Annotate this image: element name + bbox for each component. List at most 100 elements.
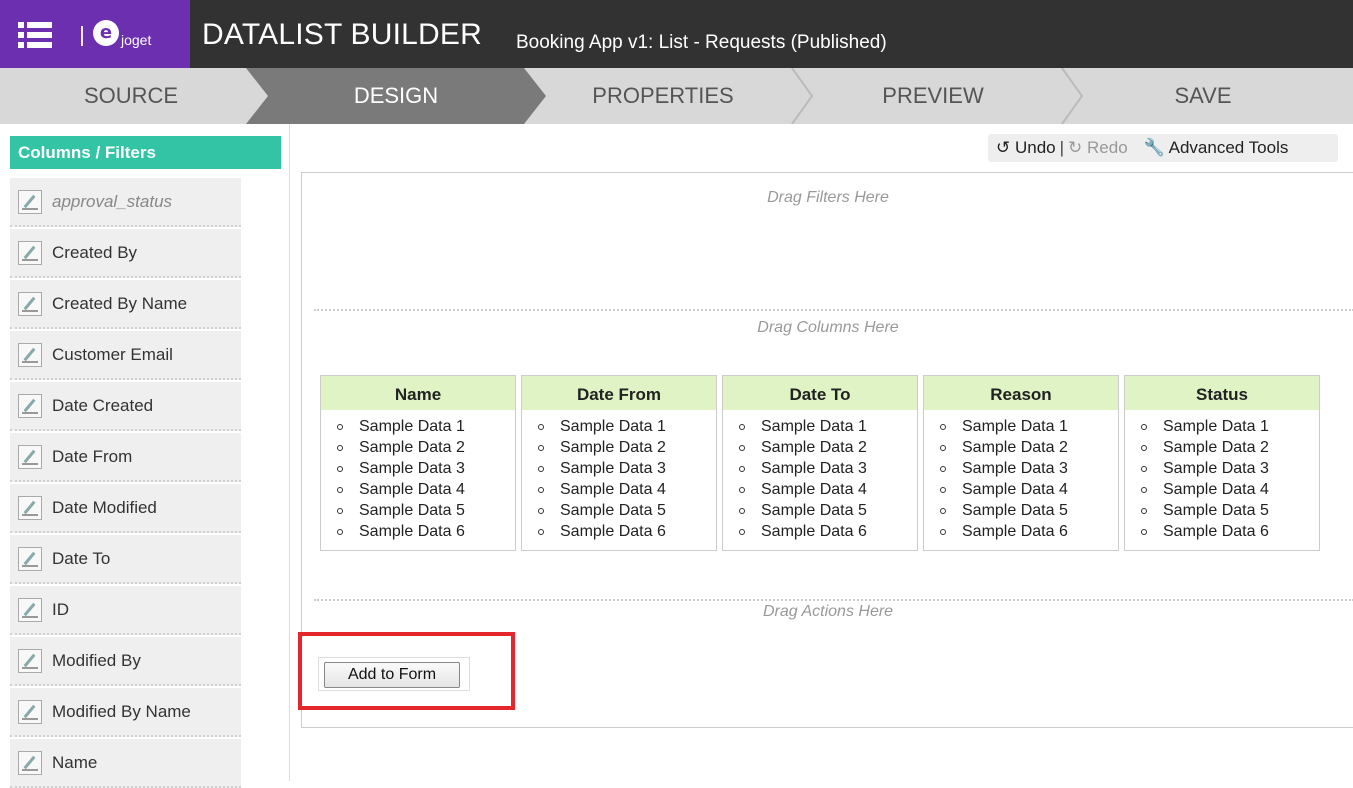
advanced-tools-button[interactable]: 🔧 Advanced Tools [1144,138,1289,158]
sample-cell: Sample Data 5 [962,502,1068,519]
field-label: Modified By Name [52,701,191,721]
field-modified-by[interactable]: Modified By [10,637,241,686]
field-created-by[interactable]: Created By [10,229,241,278]
divider [314,309,1353,311]
column-date-from[interactable]: Date From Sample Data 1 Sample Data 2 Sa… [521,375,717,551]
divider [314,599,1353,601]
builder-steps: SOURCE DESIGN PROPERTIES PREVIEW SAVE [0,68,1353,124]
brand-divider [81,26,83,46]
column-sample-rows: Sample Data 1 Sample Data 2 Sample Data … [924,410,1118,542]
brand-area: e joget [0,0,190,68]
undo-button[interactable]: ↺ Undo [996,138,1056,158]
edit-field-icon [18,699,42,724]
panel-title: Columns / Filters [10,136,281,169]
joget-logo: e joget [93,20,152,48]
sample-cell: Sample Data 1 [962,418,1068,435]
step-source[interactable]: SOURCE [0,68,262,124]
app-header: e joget DATALIST BUILDER Booking App v1:… [0,0,1353,68]
sample-cell: Sample Data 4 [359,481,465,498]
sample-cell: Sample Data 1 [1163,418,1269,435]
column-header: Reason [924,376,1118,410]
field-date-to[interactable]: Date To [10,535,241,584]
sample-cell: Sample Data 6 [962,523,1068,540]
menu-icon[interactable] [18,22,52,48]
sample-cell: Sample Data 5 [761,502,867,519]
undo-label: Undo [1014,138,1056,157]
undo-icon: ↺ [996,138,1011,157]
highlight-annotation [298,632,515,710]
sample-cell: Sample Data 2 [962,439,1068,456]
actions-drop-zone[interactable]: Drag Actions Here [302,603,1353,621]
sample-cell: Sample Data 1 [761,418,867,435]
column-status[interactable]: Status Sample Data 1 Sample Data 2 Sampl… [1124,375,1320,551]
edit-field-icon [18,291,42,316]
sample-cell: Sample Data 3 [359,460,465,477]
sample-cell: Sample Data 4 [962,481,1068,498]
page-subtitle: Booking App v1: List - Requests (Publish… [516,32,887,53]
sample-cell: Sample Data 3 [1163,460,1269,477]
field-label: Date To [52,548,111,568]
step-properties[interactable]: PROPERTIES [540,68,786,124]
field-label: approval_status [52,191,173,211]
sample-cell: Sample Data 5 [560,502,666,519]
column-sample-rows: Sample Data 1 Sample Data 2 Sample Data … [723,410,917,542]
step-preview[interactable]: PREVIEW [810,68,1056,124]
column-sample-rows: Sample Data 1 Sample Data 2 Sample Data … [1125,410,1319,542]
edit-field-icon [18,750,42,775]
builder-toolbar: ↺ Undo | ↻ Redo 🔧 Advanced Tools [988,134,1338,162]
field-created-by-name[interactable]: Created By Name [10,280,241,329]
sample-cell: Sample Data 6 [761,523,867,540]
sample-cell: Sample Data 2 [359,439,465,456]
field-label: Customer Email [52,344,173,364]
edit-field-icon [18,342,42,367]
column-header: Name [321,376,515,410]
advanced-tools-label: Advanced Tools [1168,138,1289,157]
step-design[interactable]: DESIGN [246,68,546,124]
sample-cell: Sample Data 3 [560,460,666,477]
edit-field-icon [18,189,42,214]
field-approval-status[interactable]: approval_status [10,178,241,227]
field-label: Modified By [52,650,141,670]
redo-icon: ↻ [1068,138,1083,157]
edit-field-icon [18,648,42,673]
sample-cell: Sample Data 5 [359,502,465,519]
sample-cell: Sample Data 2 [1163,439,1269,456]
edit-field-icon [18,495,42,520]
toolbar-divider: | [1059,138,1065,157]
step-save[interactable]: SAVE [1080,68,1326,124]
wrench-icon: 🔧 [1143,138,1165,157]
field-label: Created By [52,242,138,262]
joget-logo-icon: e [93,20,119,46]
sample-cell: Sample Data 5 [1163,502,1269,519]
field-customer-email[interactable]: Customer Email [10,331,241,380]
edit-field-icon [18,597,42,622]
edit-field-icon [18,546,42,571]
logo-text: joget [121,32,152,48]
field-label: Name [52,752,98,772]
field-id[interactable]: ID [10,586,241,635]
column-header: Status [1125,376,1319,410]
field-label: ID [52,599,69,619]
redo-button[interactable]: ↻ Redo [1068,138,1128,158]
field-modified-by-name[interactable]: Modified By Name [10,688,241,737]
sample-cell: Sample Data 4 [1163,481,1269,498]
column-reason[interactable]: Reason Sample Data 1 Sample Data 2 Sampl… [923,375,1119,551]
sample-cell: Sample Data 1 [359,418,465,435]
edit-field-icon [18,444,42,469]
column-sample-rows: Sample Data 1 Sample Data 2 Sample Data … [522,410,716,542]
field-label: Date From [52,446,133,466]
edit-field-icon [18,393,42,418]
field-date-from[interactable]: Date From [10,433,241,482]
column-header: Date From [522,376,716,410]
columns-filters-panel: Columns / Filters approval_status Create… [0,124,290,788]
column-sample-rows: Sample Data 1 Sample Data 2 Sample Data … [321,410,515,542]
field-date-modified[interactable]: Date Modified [10,484,241,533]
filters-drop-zone[interactable]: Drag Filters Here [302,189,1353,207]
column-name[interactable]: Name Sample Data 1 Sample Data 2 Sample … [320,375,516,551]
column-date-to[interactable]: Date To Sample Data 1 Sample Data 2 Samp… [722,375,918,551]
columns-drop-zone[interactable]: Drag Columns Here [302,319,1353,337]
field-date-created[interactable]: Date Created [10,382,241,431]
edit-field-icon [18,240,42,265]
sample-cell: Sample Data 3 [761,460,867,477]
sample-cell: Sample Data 6 [359,523,465,540]
